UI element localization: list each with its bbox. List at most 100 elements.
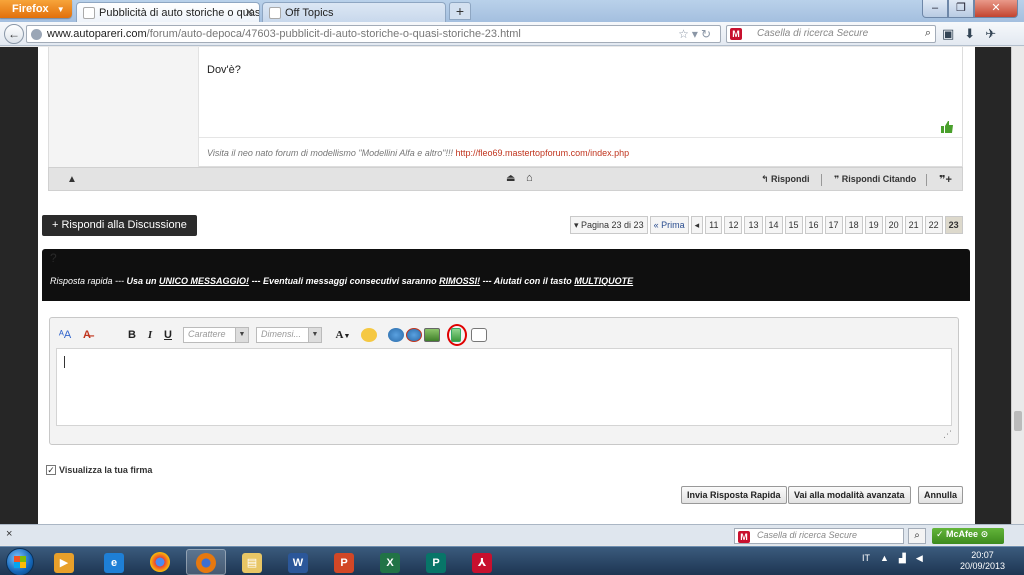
search-icon[interactable]: ⌕: [908, 528, 926, 544]
text-caret: [64, 356, 65, 368]
reply-button[interactable]: ↰ Rispondi: [761, 174, 810, 185]
post-signature: Visita il neo nato forum di modellismo "…: [199, 137, 962, 158]
clock[interactable]: 20:07 20/09/2013: [960, 550, 1005, 572]
tab-pubblicita[interactable]: Pubblicità di auto storiche o quasi sto.…: [76, 2, 260, 22]
tab-off-topics[interactable]: Off Topics: [262, 2, 446, 22]
page-link[interactable]: 19: [864, 216, 883, 234]
underline-button[interactable]: U: [161, 326, 175, 344]
first-page-link[interactable]: « Prima: [649, 216, 689, 234]
remove-link-icon[interactable]: [406, 328, 422, 342]
home-icon[interactable]: ⌂: [526, 172, 533, 184]
tab-title: Off Topics: [285, 7, 334, 19]
signature-link[interactable]: http://fleo69.mastertopforum.com/index.p…: [456, 148, 630, 158]
signature-option[interactable]: ✓ Visualizza la tua firma: [46, 465, 152, 475]
explorer-icon[interactable]: ▤: [232, 549, 272, 575]
chevron-down-icon: ▼: [308, 328, 321, 342]
maximize-icon[interactable]: ❐: [948, 0, 974, 18]
italic-button[interactable]: I: [143, 326, 157, 344]
mcafee-secure-button[interactable]: ✓ McAfee ⊙: [932, 528, 1004, 544]
page-link[interactable]: 16: [804, 216, 823, 234]
page-menu-icon[interactable]: ▣: [942, 26, 964, 41]
search-placeholder: Casella di ricerca Secure: [757, 28, 869, 39]
start-button[interactable]: [6, 548, 34, 575]
excel-icon[interactable]: X: [370, 549, 410, 575]
tray-expand-icon[interactable]: ▲: [880, 553, 889, 564]
quick-reply-editor: ᴬA A̶ B I U Carattere▼ Dimensi...▼ A▼: [49, 317, 959, 445]
current-page: 23: [944, 216, 963, 234]
search-icon[interactable]: ⌕: [925, 27, 931, 40]
media-player-icon[interactable]: ▶: [44, 549, 84, 575]
report-warning-icon[interactable]: ▲: [67, 174, 77, 185]
post-action-bar: ▲ ⏏ ⌂ ↰ Rispondi ❞ Rispondi Citando ❞+: [48, 167, 963, 191]
firefox-icon[interactable]: [186, 549, 226, 575]
page-link[interactable]: 21: [904, 216, 923, 234]
new-tab-button[interactable]: +: [449, 2, 471, 20]
send-quick-reply-button[interactable]: Invia Risposta Rapida: [681, 486, 787, 504]
home-icon[interactable]: ✈: [985, 26, 1006, 41]
editor-toolbar: ᴬA A̶ B I U Carattere ▼ Dimensi... ▼ A▼: [56, 324, 951, 346]
page-link[interactable]: 13: [744, 216, 763, 234]
network-icon[interactable]: ▟: [899, 553, 906, 564]
signature-checkbox[interactable]: ✓: [46, 465, 56, 475]
scrollbar-thumb[interactable]: [1014, 411, 1022, 431]
publisher-icon[interactable]: P: [416, 549, 456, 575]
bookmark-star-icon[interactable]: ☆▾↻: [678, 27, 714, 41]
page-link[interactable]: 20: [884, 216, 903, 234]
word-icon[interactable]: W: [278, 549, 318, 575]
volume-icon[interactable]: ◀: [916, 553, 923, 564]
reply-thread-button[interactable]: + Rispondi alla Discussione: [42, 215, 197, 236]
url-bar[interactable]: www.autopareri.com/forum/auto-depoca/476…: [26, 25, 721, 43]
firefox-menu-button[interactable]: Firefox ▼: [0, 0, 72, 18]
download-icon[interactable]: ⬇: [964, 26, 985, 41]
cancel-button[interactable]: Annulla: [918, 486, 963, 504]
close-bar-icon[interactable]: ×: [6, 528, 12, 540]
mcafee-icon: M: [730, 28, 742, 40]
spellcheck-icon[interactable]: A̶: [78, 326, 96, 344]
acrobat-icon[interactable]: ⅄: [462, 549, 502, 575]
status-search-input[interactable]: M Casella di ricerca Secure: [734, 528, 904, 544]
windows-taskbar: ▶ e ▤ W P X P ⅄ IT ▲ ▟ ◀ 20:07 20/09/201…: [0, 546, 1024, 575]
tab-title: Pubblicità di auto storiche o quasi sto.…: [99, 7, 260, 19]
page-info-dropdown[interactable]: ▾ Pagina 23 di 23: [570, 216, 648, 234]
page-link[interactable]: 22: [924, 216, 943, 234]
page-link[interactable]: 11: [705, 216, 723, 234]
prev-page-link[interactable]: ◂: [690, 216, 704, 234]
font-select[interactable]: Carattere ▼: [183, 327, 249, 343]
back-button[interactable]: ←: [4, 24, 24, 44]
message-textarea[interactable]: [56, 348, 952, 426]
insert-link-icon[interactable]: [388, 328, 404, 342]
language-indicator[interactable]: IT: [862, 553, 870, 564]
bold-button[interactable]: B: [125, 326, 139, 344]
resize-handle-icon[interactable]: ⋰: [943, 429, 952, 440]
advanced-mode-button[interactable]: Vai alla modalità avanzata: [788, 486, 911, 504]
internet-explorer-icon[interactable]: e: [94, 549, 134, 575]
page-link[interactable]: 15: [784, 216, 803, 234]
close-window-icon[interactable]: ✕: [974, 0, 1018, 18]
page-link[interactable]: 17: [824, 216, 843, 234]
close-tab-icon[interactable]: ✕: [245, 6, 254, 19]
page-link[interactable]: 12: [724, 216, 743, 234]
page-link[interactable]: 18: [844, 216, 863, 234]
size-select[interactable]: Dimensi... ▼: [256, 327, 322, 343]
reply-quote-button[interactable]: ❞ Rispondi Citando: [834, 174, 916, 185]
web-page: Dov'è? Visita il neo nato forum di model…: [0, 47, 1011, 524]
separator: [926, 174, 927, 186]
search-box[interactable]: M Casella di ricerca Secure ⌕: [726, 25, 936, 43]
chrome-icon[interactable]: [140, 549, 180, 575]
smiley-icon[interactable]: [361, 328, 377, 342]
remove-format-icon[interactable]: ᴬA: [56, 326, 74, 344]
multiquote-icon[interactable]: ❞+: [939, 173, 952, 186]
quick-reply-notice: Risposta rapida --- Usa un UNICO MESSAGG…: [50, 276, 634, 286]
page-link[interactable]: 14: [764, 216, 783, 234]
font-color-button[interactable]: A▼: [332, 326, 354, 344]
quote-bubble-icon[interactable]: [471, 328, 487, 342]
toolbar-buttons: ▣⬇✈: [942, 26, 1006, 42]
vertical-scrollbar[interactable]: [1011, 47, 1024, 524]
chevron-down-icon: ▼: [343, 332, 351, 340]
insert-image-icon[interactable]: [424, 328, 440, 342]
scroll-top-icon[interactable]: ⏏: [506, 173, 515, 184]
thumbs-up-icon[interactable]: [941, 121, 953, 133]
powerpoint-icon[interactable]: P: [324, 549, 364, 575]
help-icon[interactable]: ?: [50, 251, 57, 265]
minimize-icon[interactable]: –: [922, 0, 948, 18]
